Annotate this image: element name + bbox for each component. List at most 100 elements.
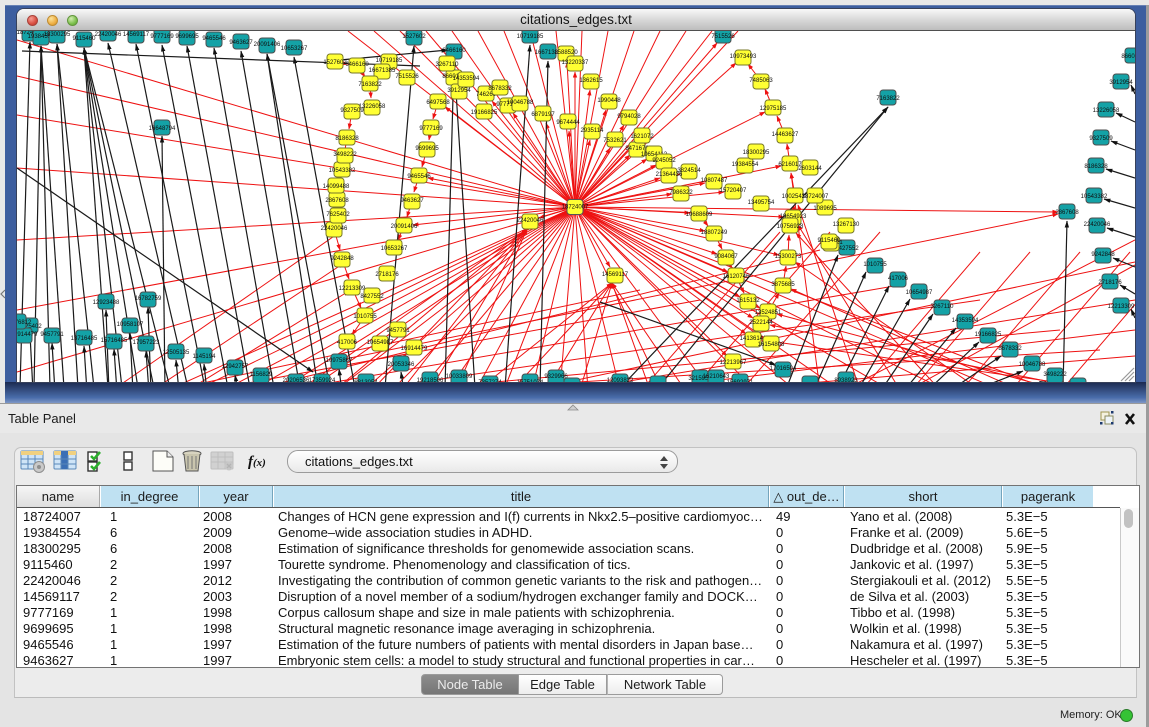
svg-text:15716485: 15716485 <box>101 338 128 344</box>
svg-text:13267130: 13267130 <box>833 222 860 228</box>
svg-text:6497568: 6497568 <box>426 100 450 106</box>
svg-text:9674444: 9674444 <box>556 120 580 126</box>
svg-text:13226058: 13226058 <box>1093 108 1120 114</box>
svg-text:18807249: 18807249 <box>701 230 728 236</box>
svg-text:2522144: 2522144 <box>749 320 773 326</box>
svg-text:9794028: 9794028 <box>617 114 641 120</box>
svg-text:3912954: 3912954 <box>1109 80 1133 86</box>
svg-text:16671385: 16671385 <box>369 68 396 74</box>
svg-text:8938923: 8938923 <box>834 378 858 382</box>
svg-text:2867608: 2867608 <box>325 198 349 204</box>
svg-text:15751074: 15751074 <box>517 380 544 382</box>
svg-text:10654987: 10654987 <box>367 340 394 346</box>
svg-text:9115460: 9115460 <box>73 36 97 42</box>
svg-text:9465546: 9465546 <box>407 174 431 180</box>
svg-text:7986322: 7986322 <box>669 190 693 196</box>
svg-text:19384554: 19384554 <box>732 162 759 168</box>
svg-text:10033809: 10033809 <box>446 374 473 380</box>
svg-text:18300295: 18300295 <box>743 150 770 156</box>
svg-text:19166825: 19166825 <box>471 110 498 116</box>
svg-text:1615132: 1615132 <box>736 298 760 304</box>
svg-text:10046788: 10046788 <box>507 100 534 106</box>
svg-text:2603144: 2603144 <box>798 166 822 172</box>
svg-text:12942757: 12942757 <box>222 364 249 370</box>
svg-text:6466160: 6466160 <box>345 62 369 68</box>
svg-text:7163822: 7163822 <box>876 96 900 102</box>
svg-text:7515526: 7515526 <box>711 34 735 40</box>
svg-text:7163822: 7163822 <box>358 82 382 88</box>
svg-text:13220337: 13220337 <box>562 60 589 66</box>
svg-text:19166825: 19166825 <box>975 332 1002 338</box>
svg-text:10958107: 10958107 <box>117 322 144 328</box>
svg-text:9084067: 9084067 <box>714 254 738 260</box>
svg-text:417006: 417006 <box>888 276 909 282</box>
svg-text:9777169: 9777169 <box>150 34 174 40</box>
svg-text:16154808: 16154808 <box>758 342 785 348</box>
svg-text:12213309: 12213309 <box>339 286 366 292</box>
svg-text:9457791: 9457791 <box>40 332 64 338</box>
svg-text:2718176: 2718176 <box>375 272 399 278</box>
svg-text:10973493: 10973493 <box>730 54 757 60</box>
svg-text:9777169: 9777169 <box>419 126 443 132</box>
svg-text:3875685: 3875685 <box>771 282 795 288</box>
svg-text:9242848: 9242848 <box>330 256 354 262</box>
svg-text:17957223: 17957223 <box>133 340 160 346</box>
svg-text:18300295: 18300295 <box>44 32 71 38</box>
svg-text:8660124: 8660124 <box>1121 54 1135 60</box>
svg-text:f(x): f(x) <box>248 454 266 470</box>
svg-text:14569117: 14569117 <box>602 272 629 278</box>
svg-text:9465546: 9465546 <box>202 36 226 42</box>
svg-text:22420046: 22420046 <box>95 32 122 38</box>
svg-text:13716485: 13716485 <box>71 336 98 342</box>
svg-text:1145194: 1145194 <box>193 354 217 360</box>
svg-text:22420046: 22420046 <box>1084 222 1111 228</box>
svg-text:9327509: 9327509 <box>340 108 364 114</box>
svg-text:16782759: 16782759 <box>135 296 162 302</box>
svg-text:10807487: 10807487 <box>701 178 728 184</box>
svg-text:1156829: 1156829 <box>250 372 274 378</box>
svg-text:12093822: 12093822 <box>607 378 634 382</box>
svg-text:22420046: 22420046 <box>517 218 544 224</box>
svg-text:14353594: 14353594 <box>453 76 480 82</box>
svg-text:1527602: 1527602 <box>402 34 426 40</box>
svg-text:417006: 417006 <box>337 340 358 346</box>
svg-text:17016504: 17016504 <box>770 366 797 372</box>
svg-text:3267110: 3267110 <box>436 62 460 68</box>
svg-text:22420046: 22420046 <box>321 226 348 232</box>
svg-text:20091406: 20091406 <box>254 42 281 48</box>
svg-text:7485063: 7485063 <box>749 78 773 84</box>
svg-text:13495754: 13495754 <box>748 200 775 206</box>
svg-text:1362615: 1362615 <box>579 78 603 84</box>
svg-text:20206536: 20206536 <box>283 378 310 382</box>
svg-text:6466160: 6466160 <box>442 48 466 54</box>
svg-text:15720407: 15720407 <box>720 188 747 194</box>
svg-text:3498222: 3498222 <box>1043 372 1067 378</box>
svg-text:10719185: 10719185 <box>517 34 544 40</box>
svg-text:9463627: 9463627 <box>400 198 424 204</box>
svg-text:9457791: 9457791 <box>386 328 410 334</box>
svg-text:20091406: 20091406 <box>391 224 418 230</box>
svg-text:3267110: 3267110 <box>931 304 955 310</box>
svg-text:18724007: 18724007 <box>562 205 589 211</box>
svg-text:12505135: 12505135 <box>163 350 190 356</box>
svg-text:1990448: 1990448 <box>597 98 621 104</box>
svg-text:16120746: 16120746 <box>723 274 750 280</box>
svg-text:13524851: 13524851 <box>755 310 782 316</box>
svg-text:16914479: 16914479 <box>401 346 428 352</box>
svg-text:8678332: 8678332 <box>998 346 1022 352</box>
svg-text:7515526: 7515526 <box>395 74 419 80</box>
svg-text:9245052: 9245052 <box>652 158 676 164</box>
svg-text:8427552: 8427552 <box>360 294 384 300</box>
svg-text:15300273: 15300273 <box>775 254 802 260</box>
svg-text:8186328: 8186328 <box>1084 164 1108 170</box>
svg-text:8813054: 8813054 <box>354 380 378 382</box>
svg-text:21364436: 21364436 <box>656 172 683 178</box>
svg-text:1089695: 1089695 <box>813 206 837 212</box>
svg-text:19218506: 19218506 <box>417 378 444 382</box>
svg-text:10653267: 10653267 <box>281 46 308 52</box>
svg-text:9242848: 9242848 <box>1091 252 1115 258</box>
svg-text:10719185: 10719185 <box>376 58 403 64</box>
svg-text:8186328: 8186328 <box>335 136 359 142</box>
svg-text:10653267: 10653267 <box>381 246 408 252</box>
svg-text:7532621: 7532621 <box>603 138 627 144</box>
